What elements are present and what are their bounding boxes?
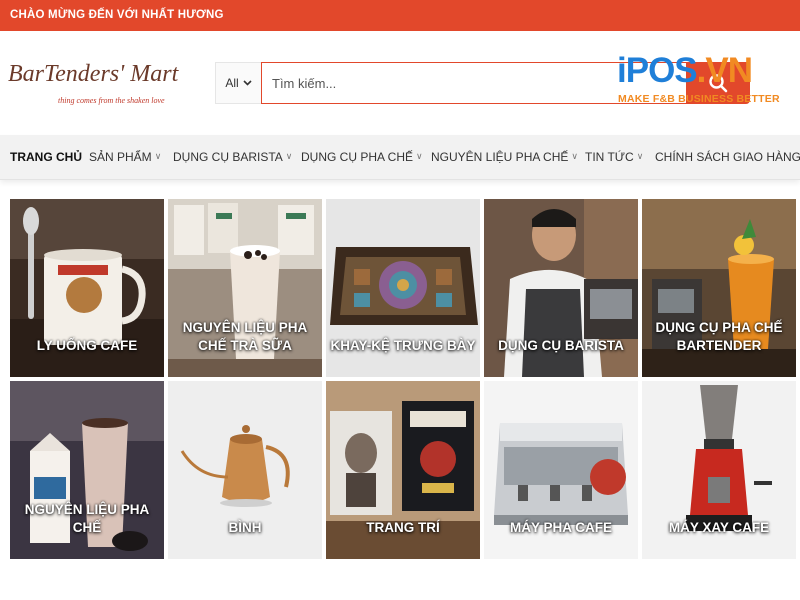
category-label: MÁY XAY CAFE bbox=[668, 520, 770, 535]
site-logo[interactable]: BarTenders' Mart thing comes from the sh… bbox=[8, 53, 198, 113]
category-tile-bartender-tools[interactable]: DỤNG CỤ PHA CHẾ BARTENDER bbox=[642, 199, 796, 377]
category-label: NGUYÊN LIỆU PHA CHẾ TRÀ SỮA bbox=[182, 320, 308, 353]
nav-item-bar-tools[interactable]: DỤNG CỤ PHA CHẾ ∨ bbox=[301, 150, 423, 164]
chevron-down-icon: ∨ bbox=[154, 150, 162, 161]
chevron-down-icon: ∨ bbox=[636, 150, 644, 161]
category-label: BÌNH bbox=[228, 520, 262, 535]
welcome-bar: CHÀO MỪNG ĐẾN VỚI NHẤT HƯƠNG bbox=[0, 0, 800, 31]
chevron-down-icon: ∨ bbox=[571, 150, 578, 161]
ipos-brand-main: iPOS bbox=[617, 51, 698, 90]
search-category-select[interactable]: All bbox=[215, 62, 261, 104]
nav-label: DỤNG CỤ PHA CHẾ bbox=[301, 150, 414, 164]
category-label: DỤNG CỤ BARISTA bbox=[498, 338, 624, 353]
category-tile-decor[interactable]: TRANG TRÍ bbox=[326, 381, 480, 559]
category-tile-barista-tools[interactable]: DỤNG CỤ BARISTA bbox=[484, 199, 638, 377]
category-label: NGUYÊN LIỆU PHA CHẾ bbox=[24, 502, 150, 535]
welcome-text: CHÀO MỪNG ĐẾN VỚI NHẤT HƯƠNG bbox=[10, 9, 224, 21]
nav-item-news[interactable]: TIN TỨC ∨ bbox=[585, 150, 643, 164]
nav-item-home[interactable]: TRANG CHỦ bbox=[10, 150, 82, 164]
nav-item-ingredients[interactable]: NGUYÊN LIỆU PHA CHẾ ∨ bbox=[431, 150, 578, 164]
category-tile-kettles[interactable]: BÌNH bbox=[168, 381, 322, 559]
category-tile-ingredients[interactable]: NGUYÊN LIỆU PHA CHẾ bbox=[10, 381, 164, 559]
nav-label: SẢN PHẨM bbox=[89, 150, 152, 164]
category-tile-coffee-grinders[interactable]: MÁY XAY CAFE bbox=[642, 381, 796, 559]
ipos-brand-suffix: .VN bbox=[696, 51, 753, 90]
main-nav: TRANG CHỦ SẢN PHẨM ∨ DỤNG CỤ BARISTA ∨ DỤN… bbox=[0, 135, 800, 180]
ipos-slogan: MAKE F&B BUSINESS BETTER bbox=[618, 93, 780, 105]
category-label: DỤNG CỤ PHA CHẾ BARTENDER bbox=[655, 320, 783, 353]
site-header: BarTenders' Mart thing comes from the sh… bbox=[0, 31, 800, 135]
category-tile-espresso-machines[interactable]: MÁY PHA CAFE bbox=[484, 381, 638, 559]
nav-label: TRANG CHỦ bbox=[10, 150, 82, 164]
chevron-down-icon: ∨ bbox=[416, 150, 423, 161]
nav-item-products[interactable]: SẢN PHẨM ∨ bbox=[89, 150, 161, 164]
nav-item-shipping-policy[interactable]: CHÍNH SÁCH GIAO HÀNG bbox=[655, 150, 800, 164]
category-label: TRANG TRÍ bbox=[366, 520, 440, 535]
ipos-brand: iPOS.VN bbox=[617, 51, 753, 91]
logo-wordmark: BarTenders' Mart bbox=[8, 61, 179, 87]
search-category-value: All bbox=[225, 76, 239, 90]
ipos-watermark: iPOS.VN MAKE F&B BUSINESS BETTER bbox=[617, 51, 787, 111]
category-grid: LY UỐNG CAFE NGUYÊN LIỆU PHA CHẾ TRÀ SỮA bbox=[10, 199, 800, 559]
nav-label: CHÍNH SÁCH GIAO HÀNG bbox=[655, 150, 800, 164]
logo-tagline: thing comes from the shaken love bbox=[58, 96, 165, 105]
chevron-down-icon bbox=[243, 80, 252, 86]
chevron-down-icon: ∨ bbox=[285, 150, 293, 161]
nav-label: NGUYÊN LIỆU PHA CHẾ bbox=[431, 150, 569, 164]
category-tile-display-trays[interactable]: KHAY-KỆ TRƯNG BÀY bbox=[326, 199, 480, 377]
category-label: LY UỐNG CAFE bbox=[36, 338, 138, 353]
category-label: KHAY-KỆ TRƯNG BÀY bbox=[330, 338, 476, 353]
nav-label: TIN TỨC bbox=[585, 150, 634, 164]
category-tile-milk-tea-ingredients[interactable]: NGUYÊN LIỆU PHA CHẾ TRÀ SỮA bbox=[168, 199, 322, 377]
category-tile-coffee-cups[interactable]: LY UỐNG CAFE bbox=[10, 199, 164, 377]
category-label: MÁY PHA CAFE bbox=[509, 520, 612, 535]
nav-label: DỤNG CỤ BARISTA bbox=[173, 150, 283, 164]
nav-item-barista-tools[interactable]: DỤNG CỤ BARISTA ∨ bbox=[173, 150, 292, 164]
